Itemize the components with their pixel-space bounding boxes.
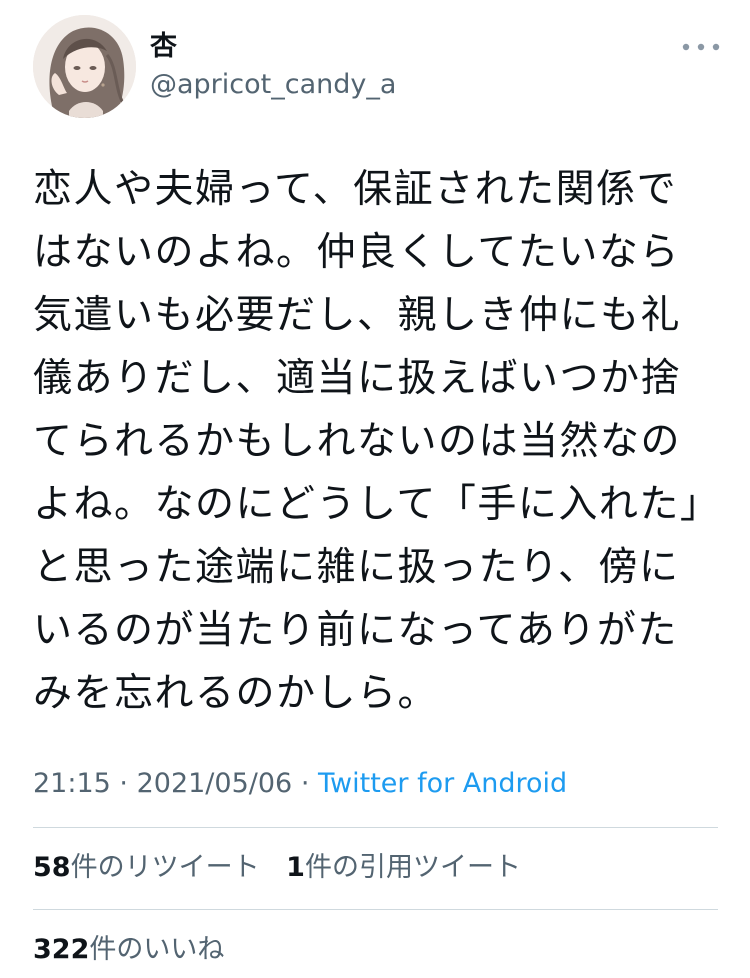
tweet-text: 恋人や夫婦って、保証された関係で はないのよね。仲良くしてたいなら 気遣いも必要… [33,167,721,716]
like-count: 322 [33,934,90,965]
divider [33,827,718,828]
author-display-name[interactable]: 杏 [150,30,177,64]
tweet-time[interactable]: 21:15 [33,768,111,799]
likes-stat[interactable]: 322件のいいね [33,930,224,970]
divider [33,909,718,910]
avatar[interactable] [33,15,136,118]
quote-label: 件の引用ツイート [304,852,521,883]
tweet-header: 杏 @apricot_candy_a [0,0,750,130]
more-horizontal-icon [682,43,720,51]
meta-separator: · [119,768,128,799]
meta-separator: · [300,768,310,799]
stats-row-likes: 322件のいいね [33,930,224,970]
retweet-label: 件のリツイート [70,852,260,883]
more-options-button[interactable] [676,32,726,62]
quote-count: 1 [286,852,305,883]
retweets-stat[interactable]: 58件のリツイート [33,848,260,888]
tweet-metadata: 21:15 · 2021/05/06 · Twitter for Android [33,764,567,804]
stats-row-shares: 58件のリツイート 1件の引用ツイート [33,848,521,888]
quote-tweets-stat[interactable]: 1件の引用ツイート [286,848,521,888]
retweet-count: 58 [33,852,71,883]
author-handle[interactable]: @apricot_candy_a [150,68,396,102]
avatar-illustration [33,15,136,118]
tweet-date[interactable]: 2021/05/06 [137,768,293,799]
like-label: 件のいいね [89,934,225,965]
tweet-source-link[interactable]: Twitter for Android [318,768,567,799]
